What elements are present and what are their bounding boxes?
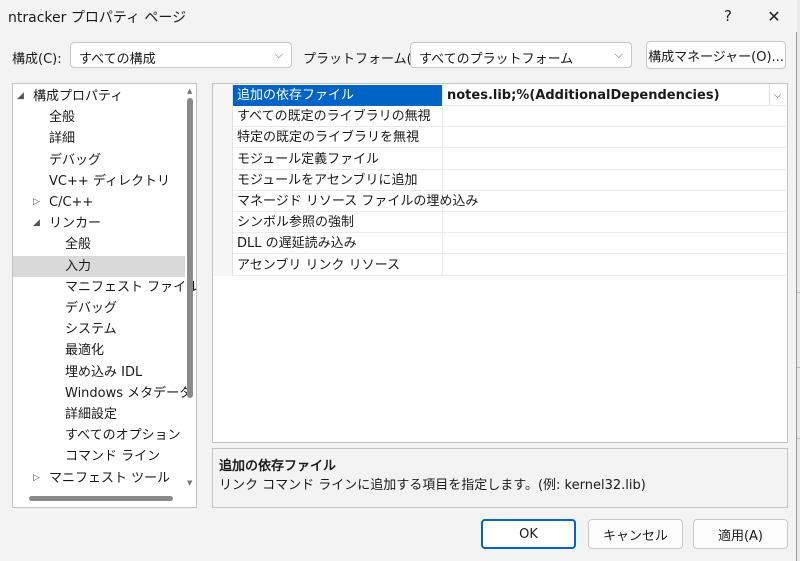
platform-value: すべてのプラットフォーム [419,52,574,67]
tree-item-label: C/C++ [49,195,94,210]
tree-item-label: コマンド ライン [65,449,161,465]
property-value[interactable] [443,191,787,212]
tree-item[interactable]: Windows メタデータ [13,383,192,404]
title-bar: ntracker プロパティ ページ ? ✕ [0,0,797,32]
property-name: モジュールをアセンブリに追加 [233,169,443,191]
property-tree: ◢ 構成プロパティ 全般 詳細 デバッグ VC++ ディレクトリ ▷ C/C++ ◢ リンカー 全般… [12,83,197,508]
tree-item-label: マニフェスト ツール [49,470,171,486]
apply-button[interactable]: 適用(A) [693,519,788,549]
tree-item[interactable]: 全般 [13,234,185,255]
property-row[interactable]: マネージド リソース ファイルの埋め込み [233,191,787,212]
tree-item-label: 入力 [65,258,92,274]
property-row[interactable]: モジュール定義ファイル [233,148,787,170]
tree-item[interactable]: すべてのオプション [13,425,185,446]
property-value[interactable] [443,106,787,127]
tree-item[interactable]: コマンド ライン [13,446,185,467]
grid-gutter [213,84,233,276]
tree-item-label: システム [65,322,117,338]
property-value[interactable] [443,149,787,170]
tree-item[interactable]: ◢ 構成プロパティ [13,86,185,107]
ok-button[interactable]: OK [481,519,576,549]
tree-item[interactable]: VC++ ディレクトリ [13,171,185,192]
tree-item-label: デバッグ [65,301,118,316]
property-row[interactable]: シンボル参照の強制 [233,212,787,234]
tree-item-label: リンカー [49,216,102,232]
config-value: すべての構成 [79,52,156,67]
property-value[interactable]: notes.lib;%(AdditionalDependencies) [443,85,787,106]
tree-item[interactable]: ◢ リンカー [13,213,185,234]
property-name: マネージド リソース ファイルの埋め込み [233,191,478,212]
tree-vertical-scrollbar[interactable] [187,98,193,398]
property-name: アセンブリ リンク リソース [233,254,443,276]
property-value[interactable] [443,255,787,276]
tree-item-label: 構成プロパティ [33,89,124,104]
tree-item-label: 詳細 [49,131,76,147]
tree-item[interactable]: ▷ マニフェスト ツール [13,468,185,489]
expand-icon[interactable]: ▷ [33,468,40,489]
property-row[interactable]: 特定の既定のライブラリを無視 [233,127,787,149]
chevron-down-icon: ⌵ [274,48,283,61]
tree-item-label: 埋め込み IDL [65,364,143,380]
property-row[interactable]: 追加の依存ファイル notes.lib;%(AdditionalDependenc… [233,85,787,106]
tree-item[interactable]: 全般 [13,107,185,128]
property-name: 特定の既定のライブラリを無視 [233,127,443,149]
close-button[interactable]: ✕ [752,2,796,30]
cancel-button[interactable]: キャンセル [588,519,683,549]
chevron-down-icon: ⌵ [614,48,623,61]
property-value[interactable] [443,233,787,254]
collapse-icon[interactable]: ◢ [33,213,40,234]
tree-item-label: Windows メタデータ [65,385,193,401]
expand-icon[interactable]: ▷ [33,192,40,213]
property-row[interactable]: DLL の遅延読み込み [233,233,787,255]
tree-item-label: 全般 [65,237,92,253]
tree-item-label: 最適化 [65,343,105,359]
tree-item-label: 詳細設定 [65,407,118,422]
platform-dropdown[interactable]: すべてのプラットフォーム ⌵ [410,42,632,68]
tree-item[interactable]: 入力 [13,255,185,277]
tree-item-label: デバッグ [49,152,102,168]
property-name: シンボル参照の強制 [233,212,443,234]
tree-item[interactable]: 最適化 [13,340,185,361]
tree-item[interactable]: 詳細 [13,128,185,149]
property-value[interactable] [443,127,787,148]
tree-item[interactable]: 埋め込み IDL [13,362,185,383]
tree-item[interactable]: ▷ C/C++ [13,192,185,213]
collapse-icon[interactable]: ◢ [17,86,24,107]
property-name: モジュール定義ファイル [233,148,443,170]
config-label: 構成(C): [12,52,62,67]
description-text: リンク コマンド ラインに追加する項目を指定します。(例: kernel32.l… [219,478,646,493]
tree-item[interactable]: システム [13,319,185,340]
property-row[interactable]: アセンブリ リンク リソース [233,254,787,276]
property-name: 追加の依存ファイル [233,85,443,106]
description-title: 追加の依存ファイル [219,459,337,474]
description-panel: 追加の依存ファイル リンク コマンド ラインに追加する項目を指定します。(例: … [212,448,788,508]
tree-item[interactable]: マニフェスト ファイル [13,277,196,298]
tree-item[interactable]: 詳細設定 [13,404,185,425]
tree-item-label: すべてのオプション [65,428,181,444]
property-name: すべての既定のライブラリの無視 [233,106,443,128]
tree-horizontal-scrollbar[interactable] [29,496,173,501]
chevron-down-icon[interactable]: ⌵ [769,85,785,105]
tree-item-label: 全般 [49,110,76,126]
configuration-manager-button[interactable]: 構成マネージャー(O)... [646,41,786,69]
scroll-up-icon[interactable]: ▲ [187,87,192,95]
property-name: DLL の遅延読み込み [233,233,443,255]
tree-item[interactable]: デバッグ [13,150,185,171]
property-row[interactable]: モジュールをアセンブリに追加 [233,169,787,191]
property-grid: 追加の依存ファイル notes.lib;%(AdditionalDependenc… [212,83,788,443]
configuration-toolbar: 構成(C): すべての構成 ⌵ プラットフォーム(P): すべてのプラットフォー… [0,41,797,70]
tree-item-label: VC++ ディレクトリ [49,173,170,189]
tree-item[interactable]: デバッグ [13,298,185,319]
property-value[interactable] [443,170,787,191]
property-row[interactable]: すべての既定のライブラリの無視 [233,106,787,128]
window-title: ntracker プロパティ ページ [8,10,187,26]
property-pages-dialog: ntracker プロパティ ページ ? ✕ 構成(C): すべての構成 ⌵ プ… [0,0,797,561]
tree-item-label: マニフェスト ファイル [65,279,197,295]
config-dropdown[interactable]: すべての構成 ⌵ [70,42,292,68]
scroll-down-icon[interactable]: ▼ [187,479,192,487]
property-value[interactable] [443,212,787,233]
help-button[interactable]: ? [706,2,750,30]
